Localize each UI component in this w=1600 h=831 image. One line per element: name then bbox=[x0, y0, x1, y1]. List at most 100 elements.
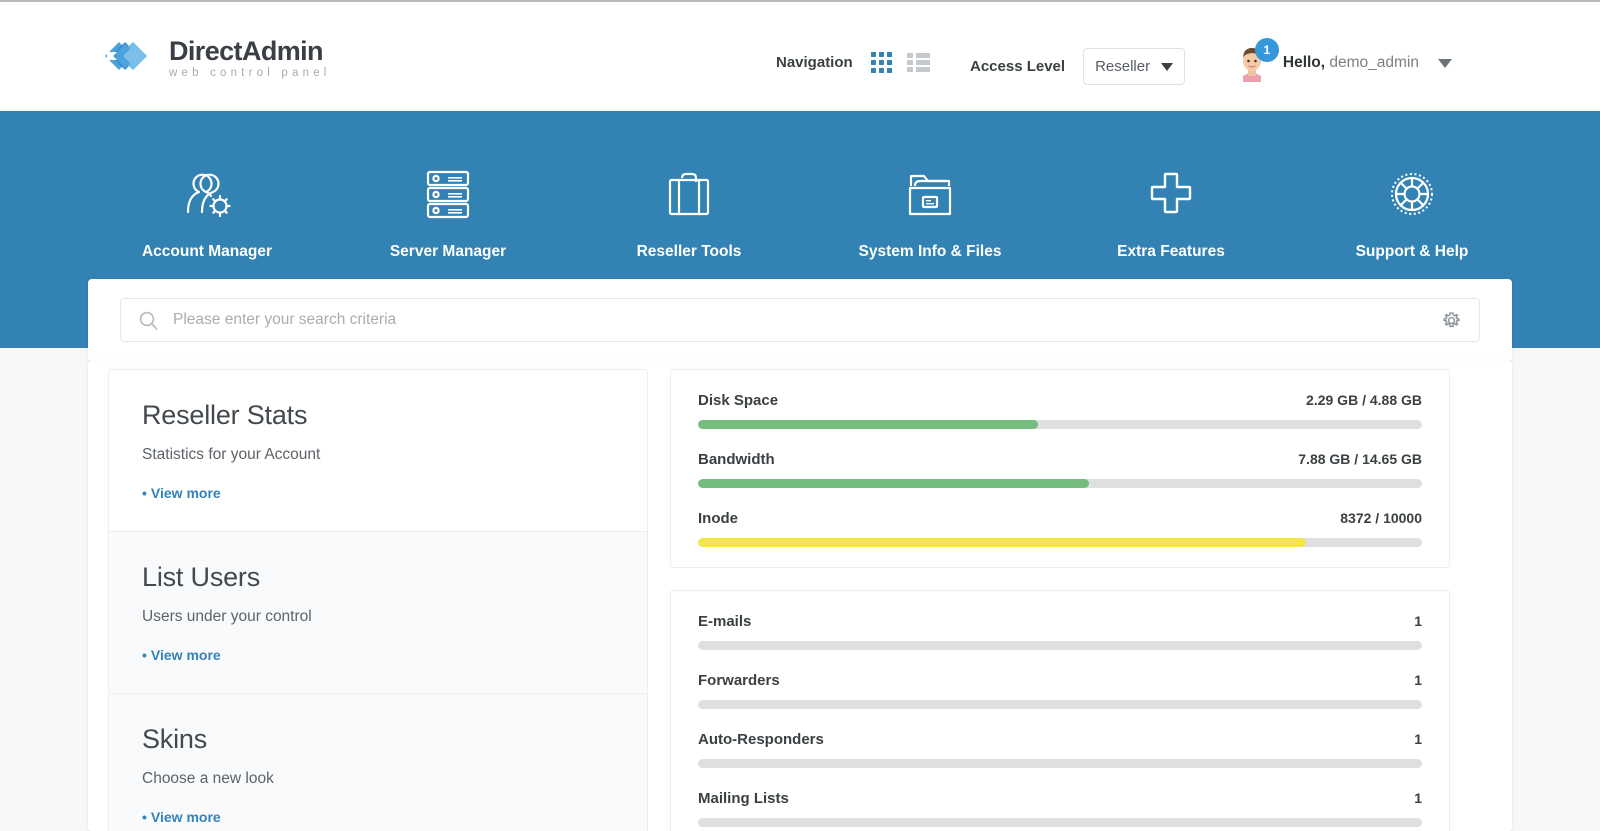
access-level-select[interactable]: Reseller bbox=[1083, 48, 1185, 85]
search-field-wrapper[interactable]: Please enter your search criteria bbox=[120, 298, 1480, 342]
username: demo_admin bbox=[1329, 54, 1419, 71]
brand-name-part2: Admin bbox=[242, 36, 323, 66]
stat-row-bandwidth: Bandwidth 7.88 GB / 14.65 GB bbox=[698, 451, 1422, 488]
stat-row-auto-responders: Auto-Responders 1 bbox=[698, 731, 1422, 768]
brand-name: DirectAdmin bbox=[169, 38, 331, 65]
stat-label: Mailing Lists bbox=[698, 790, 789, 807]
access-level-value: Reseller bbox=[1095, 58, 1150, 75]
progress-track bbox=[698, 641, 1422, 650]
nav-item-account-manager[interactable]: Account Manager bbox=[107, 163, 307, 261]
gear-icon[interactable] bbox=[1442, 311, 1461, 330]
stat-label: Inode bbox=[698, 510, 738, 527]
navigation-controls: Navigation bbox=[776, 52, 930, 73]
view-more-label: View more bbox=[151, 485, 221, 501]
nav-item-system-info-files[interactable]: System Info & Files bbox=[830, 163, 1030, 261]
progress-track bbox=[698, 759, 1422, 768]
briefcase-icon bbox=[661, 163, 717, 225]
main-navigation-items: Account Manager bbox=[107, 163, 1512, 261]
search-panel: Please enter your search criteria bbox=[88, 279, 1512, 361]
nav-item-extra-features[interactable]: Extra Features bbox=[1071, 163, 1271, 261]
bullet-icon: • bbox=[142, 809, 147, 825]
greeting-prefix: Hello, bbox=[1283, 54, 1325, 71]
directadmin-chevron-logo bbox=[103, 34, 155, 82]
stat-value: 7.88 GB / 14.65 GB bbox=[1298, 451, 1422, 467]
nav-label: System Info & Files bbox=[859, 243, 1002, 261]
brand-tagline: web control panel bbox=[169, 68, 331, 80]
progress-track bbox=[698, 700, 1422, 709]
view-more-link[interactable]: •View more bbox=[142, 647, 614, 663]
bullet-icon: • bbox=[142, 485, 147, 501]
stat-value: 1 bbox=[1414, 790, 1422, 806]
stat-label: Auto-Responders bbox=[698, 731, 824, 748]
feature-card-skins[interactable]: Skins Choose a new look •View more bbox=[109, 694, 647, 831]
brand-text: DirectAdmin web control panel bbox=[169, 36, 331, 80]
view-more-link[interactable]: •View more bbox=[142, 809, 614, 825]
access-level-control: Access Level Reseller bbox=[970, 48, 1185, 85]
nav-label: Server Manager bbox=[390, 243, 506, 261]
grid-view-icon[interactable] bbox=[871, 52, 893, 73]
view-more-link[interactable]: •View more bbox=[142, 485, 614, 501]
progress-track bbox=[698, 818, 1422, 827]
usage-stats-card: Disk Space 2.29 GB / 4.88 GB Bandwidth 7… bbox=[670, 369, 1450, 568]
stat-value: 1 bbox=[1414, 731, 1422, 747]
stat-value: 8372 / 10000 bbox=[1340, 510, 1422, 526]
stat-value: 1 bbox=[1414, 613, 1422, 629]
stat-row-disk-space: Disk Space 2.29 GB / 4.88 GB bbox=[698, 392, 1422, 429]
feature-description: Users under your control bbox=[142, 608, 614, 626]
dashboard-columns: Reseller Stats Statistics for your Accou… bbox=[108, 369, 1492, 831]
navigation-label: Navigation bbox=[776, 54, 853, 71]
brand-name-part1: Direct bbox=[169, 36, 242, 66]
stat-label: E-mails bbox=[698, 613, 751, 630]
bullet-icon: • bbox=[142, 647, 147, 663]
chevron-down-icon[interactable] bbox=[1438, 59, 1452, 68]
progress-track bbox=[698, 479, 1422, 488]
lifebuoy-icon bbox=[1384, 163, 1440, 225]
feature-card-reseller-stats[interactable]: Reseller Stats Statistics for your Accou… bbox=[109, 370, 647, 532]
stat-row-mailing-lists: Mailing Lists 1 bbox=[698, 790, 1422, 827]
feature-description: Choose a new look bbox=[142, 770, 614, 788]
mail-stats-card: E-mails 1 Forwarders 1 bbox=[670, 590, 1450, 831]
brand-logo[interactable]: DirectAdmin web control panel bbox=[103, 34, 331, 82]
feature-card-list-users[interactable]: List Users Users under your control •Vie… bbox=[109, 532, 647, 694]
server-rack-icon bbox=[422, 163, 474, 225]
page-header: DirectAdmin web control panel Navigation bbox=[0, 2, 1600, 111]
search-icon bbox=[139, 311, 158, 330]
file-folder-icon bbox=[902, 163, 958, 225]
directadmin-dashboard: DirectAdmin web control panel Navigation bbox=[0, 0, 1600, 831]
stat-row-emails: E-mails 1 bbox=[698, 613, 1422, 650]
list-view-icon[interactable] bbox=[907, 53, 930, 72]
stat-row-inode: Inode 8372 / 10000 bbox=[698, 510, 1422, 547]
nav-item-reseller-tools[interactable]: Reseller Tools bbox=[589, 163, 789, 261]
feature-title: Reseller Stats bbox=[142, 400, 614, 431]
nav-label: Reseller Tools bbox=[637, 243, 742, 261]
access-level-label: Access Level bbox=[970, 58, 1065, 75]
progress-track bbox=[698, 420, 1422, 429]
stat-value: 1 bbox=[1414, 672, 1422, 688]
view-more-label: View more bbox=[151, 647, 221, 663]
dashboard-content: Reseller Stats Statistics for your Accou… bbox=[88, 361, 1512, 831]
stat-label: Disk Space bbox=[698, 392, 778, 409]
avatar[interactable]: 1 bbox=[1234, 44, 1270, 82]
search-input[interactable]: Please enter your search criteria bbox=[173, 311, 1442, 329]
progress-fill bbox=[698, 479, 1089, 488]
stat-label: Bandwidth bbox=[698, 451, 775, 468]
feature-list: Reseller Stats Statistics for your Accou… bbox=[108, 369, 648, 831]
stat-value: 2.29 GB / 4.88 GB bbox=[1306, 392, 1422, 408]
feature-title: List Users bbox=[142, 562, 614, 593]
feature-description: Statistics for your Account bbox=[142, 446, 614, 464]
progress-track bbox=[698, 538, 1422, 547]
nav-label: Extra Features bbox=[1117, 243, 1225, 261]
nav-item-support-help[interactable]: Support & Help bbox=[1312, 163, 1512, 261]
chevron-down-icon bbox=[1161, 63, 1173, 71]
feature-title: Skins bbox=[142, 724, 614, 755]
progress-fill bbox=[698, 538, 1306, 547]
nav-item-server-manager[interactable]: Server Manager bbox=[348, 163, 548, 261]
notification-badge[interactable]: 1 bbox=[1255, 38, 1279, 62]
stats-column: Disk Space 2.29 GB / 4.88 GB Bandwidth 7… bbox=[670, 369, 1450, 831]
view-toggle-group bbox=[871, 52, 930, 73]
feature-column: Reseller Stats Statistics for your Accou… bbox=[108, 369, 648, 831]
stat-label: Forwarders bbox=[698, 672, 780, 689]
nav-label: Support & Help bbox=[1356, 243, 1469, 261]
view-more-label: View more bbox=[151, 809, 221, 825]
user-menu[interactable]: 1 Hello, demo_admin bbox=[1234, 44, 1452, 82]
